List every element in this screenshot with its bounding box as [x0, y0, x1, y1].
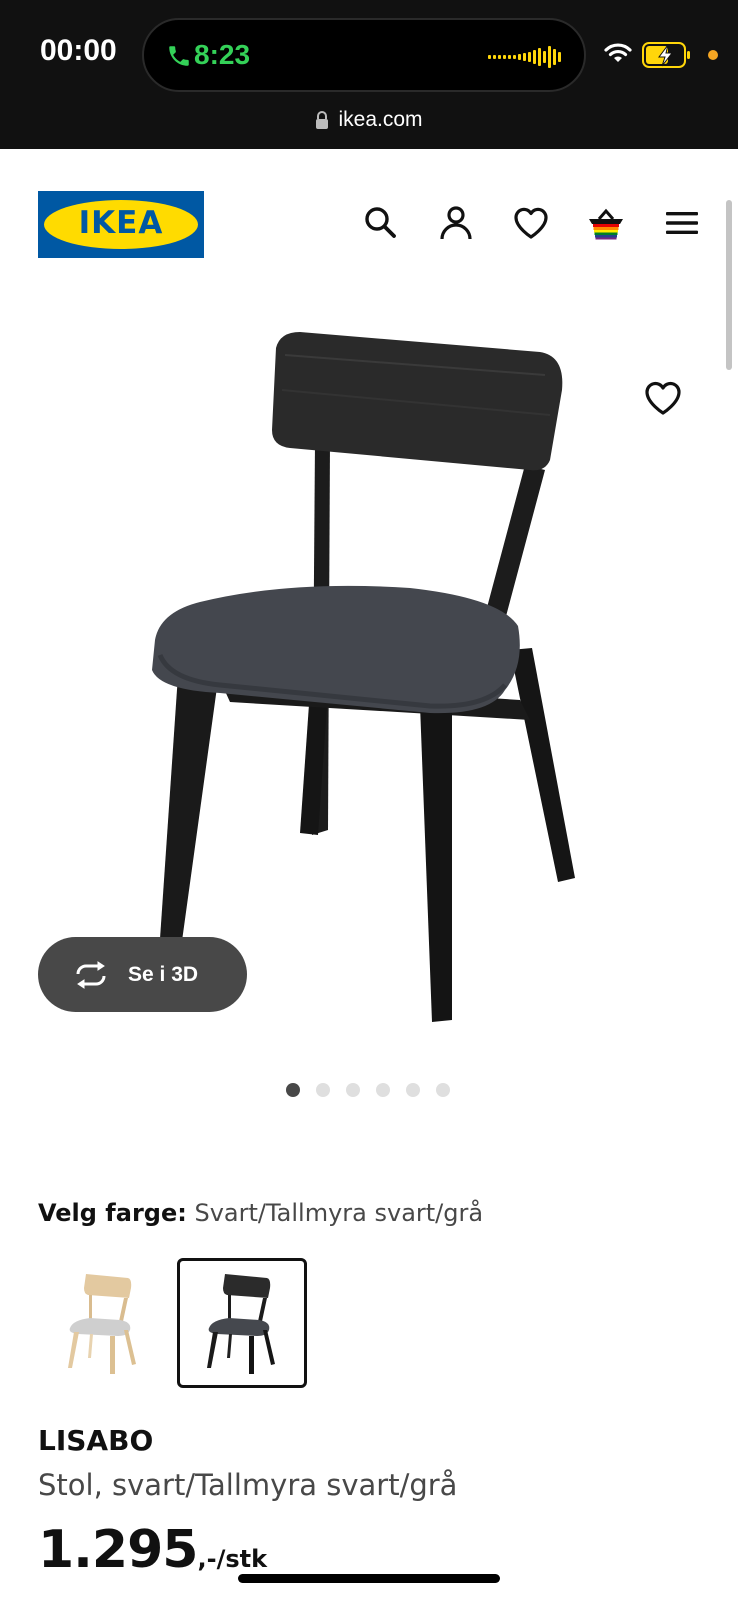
- pager-dot[interactable]: [376, 1083, 390, 1097]
- clock: 00:00: [40, 34, 117, 67]
- ikea-logo[interactable]: IKEA: [38, 191, 204, 258]
- account-icon[interactable]: [437, 204, 475, 242]
- pager-dot[interactable]: [346, 1083, 360, 1097]
- dynamic-island[interactable]: 8:23: [142, 18, 586, 92]
- selected-color-value: Svart/Tallmyra svart/grå: [194, 1199, 484, 1227]
- pager-dot[interactable]: [286, 1083, 300, 1097]
- pager-dot[interactable]: [316, 1083, 330, 1097]
- price-amount: 1.295: [38, 1520, 198, 1580]
- price-unit: ,-/stk: [197, 1545, 268, 1573]
- search-icon[interactable]: [362, 204, 400, 242]
- url-text: ikea.com: [338, 108, 423, 131]
- wifi-icon: [604, 43, 632, 62]
- light-wood-chair-thumbnail: [68, 1274, 136, 1374]
- image-pager[interactable]: [286, 1083, 466, 1097]
- heart-icon[interactable]: [512, 204, 550, 242]
- color-selection-label: Velg farge: Svart/Tallmyra svart/grå: [38, 1199, 483, 1227]
- product-name: LISABO: [38, 1424, 154, 1457]
- battery-charging-icon: [642, 42, 690, 68]
- menu-icon[interactable]: [663, 204, 701, 242]
- view-in-3d-label: Se i 3D: [128, 962, 199, 986]
- view-in-3d-button[interactable]: Se i 3D: [38, 937, 247, 1012]
- recording-indicator: [708, 50, 718, 60]
- pager-dot[interactable]: [436, 1083, 450, 1097]
- color-label-prefix: Velg farge:: [38, 1199, 187, 1227]
- status-bar: 00:00 8:23 ikea.com: [0, 0, 738, 149]
- home-indicator[interactable]: [238, 1574, 500, 1583]
- phone-icon: [169, 46, 189, 66]
- basket-icon[interactable]: [587, 204, 625, 242]
- light-wood-chair-swatch[interactable]: [38, 1258, 168, 1388]
- page-scrollbar[interactable]: [726, 200, 732, 370]
- black-chair-thumbnail: [207, 1274, 275, 1374]
- black-chair-swatch[interactable]: [177, 1258, 307, 1388]
- product-description: Stol, svart/Tallmyra svart/grå: [38, 1468, 458, 1502]
- address-bar[interactable]: ikea.com: [0, 100, 738, 140]
- audio-waveform-icon: [488, 46, 561, 68]
- save-to-favourites-icon[interactable]: [642, 378, 684, 418]
- call-duration: 8:23: [194, 39, 251, 70]
- pager-dot[interactable]: [406, 1083, 420, 1097]
- rotate-3d-icon: [76, 960, 106, 989]
- product-price: 1.295 ,-/stk: [38, 1520, 267, 1580]
- lock-icon: [316, 111, 329, 129]
- logo-text: IKEA: [78, 205, 164, 241]
